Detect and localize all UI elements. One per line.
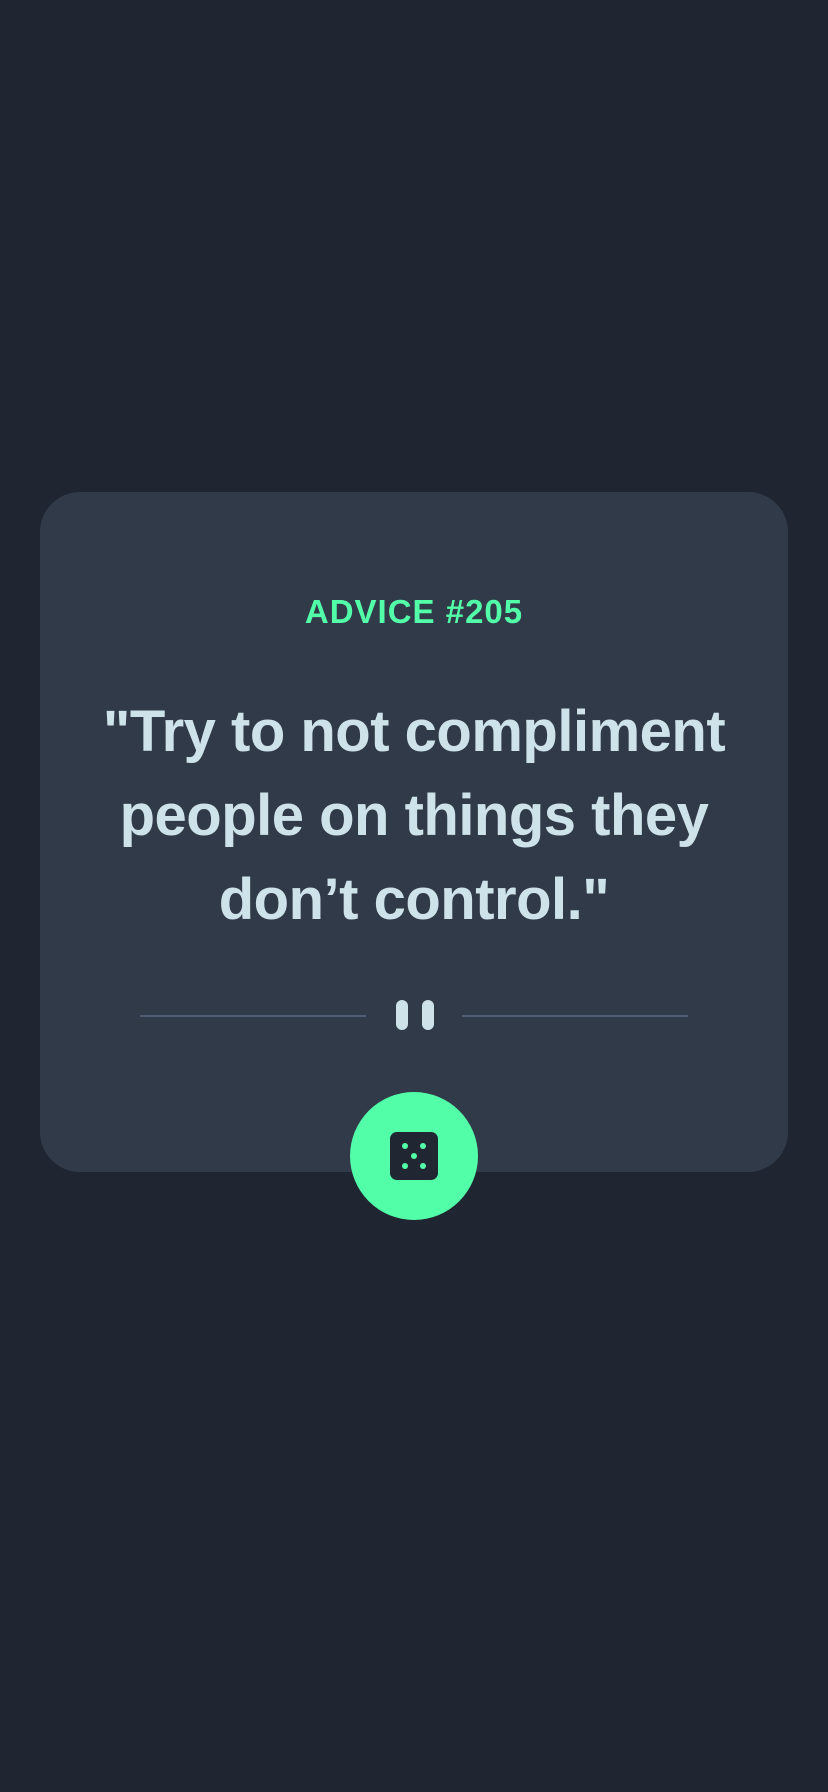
- advice-quote: "Try to not compliment people on things …: [102, 699, 726, 932]
- dice-pip: [420, 1143, 426, 1149]
- pause-divider-icon: [396, 1000, 434, 1030]
- dice-pip: [411, 1153, 417, 1159]
- advice-id-label: ADVICE #205: [304, 593, 524, 630]
- pause-bar-right: [422, 1000, 434, 1030]
- dice-pip: [420, 1163, 426, 1169]
- dice-pip: [402, 1163, 408, 1169]
- divider-line-left: [140, 1015, 366, 1017]
- dice-icon: [390, 1132, 438, 1180]
- pause-bar-left: [396, 1000, 408, 1030]
- pattern-divider: [0, 1000, 828, 1030]
- dice-pip: [402, 1143, 408, 1149]
- divider-line-right: [462, 1015, 688, 1017]
- new-advice-button[interactable]: [350, 1092, 478, 1220]
